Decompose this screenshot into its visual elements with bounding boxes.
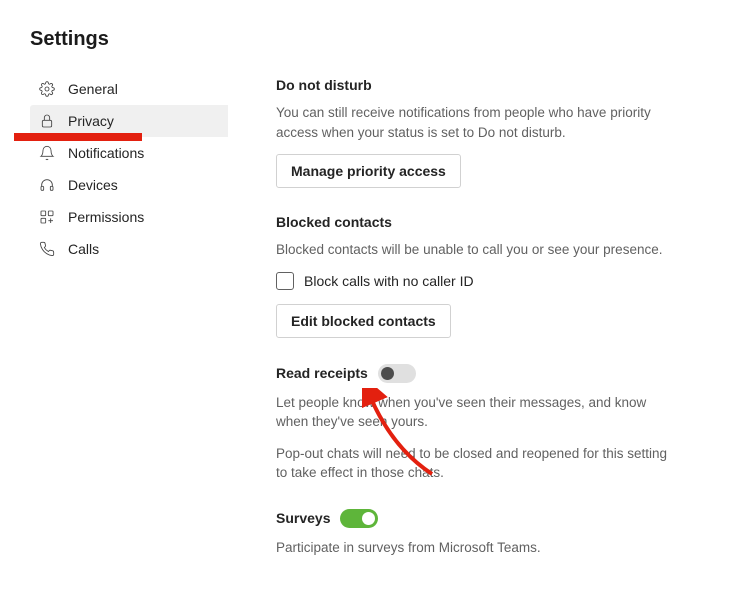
sidebar-item-label: Notifications	[68, 145, 144, 161]
section-title-surveys: Surveys	[276, 510, 330, 526]
block-no-caller-id-label: Block calls with no caller ID	[304, 273, 474, 289]
settings-sidebar: General Privacy Notifications Devices	[30, 73, 228, 265]
blocked-desc: Blocked contacts will be unable to call …	[276, 240, 668, 260]
manage-priority-access-button[interactable]: Manage priority access	[276, 154, 461, 188]
phone-icon	[38, 240, 56, 258]
edit-blocked-contacts-button[interactable]: Edit blocked contacts	[276, 304, 451, 338]
section-blocked: Blocked contacts Blocked contacts will b…	[276, 214, 668, 338]
block-no-caller-id-checkbox[interactable]	[276, 272, 294, 290]
lock-icon	[38, 112, 56, 130]
section-dnd: Do not disturb You can still receive not…	[276, 77, 668, 188]
dnd-desc: You can still receive notifications from…	[276, 103, 668, 142]
sidebar-item-label: Devices	[68, 177, 118, 193]
section-title-dnd: Do not disturb	[276, 77, 668, 93]
read-receipts-toggle[interactable]	[378, 364, 416, 383]
section-surveys: Surveys Participate in surveys from Micr…	[276, 509, 668, 558]
settings-content: Do not disturb You can still receive not…	[228, 73, 708, 584]
sidebar-item-notifications[interactable]: Notifications	[30, 137, 228, 169]
section-title-blocked: Blocked contacts	[276, 214, 668, 230]
headset-icon	[38, 176, 56, 194]
sidebar-item-calls[interactable]: Calls	[30, 233, 228, 265]
sidebar-item-label: Permissions	[68, 209, 144, 225]
section-title-read: Read receipts	[276, 365, 368, 381]
sidebar-item-devices[interactable]: Devices	[30, 169, 228, 201]
surveys-desc: Participate in surveys from Microsoft Te…	[276, 538, 668, 558]
page-title: Settings	[30, 28, 743, 51]
annotation-red-underline	[14, 133, 142, 141]
sidebar-item-general[interactable]: General	[30, 73, 228, 105]
sidebar-item-label: Privacy	[68, 113, 114, 129]
sidebar-item-label: Calls	[68, 241, 99, 257]
bell-icon	[38, 144, 56, 162]
apps-icon	[38, 208, 56, 226]
surveys-toggle[interactable]	[340, 509, 378, 528]
sidebar-item-permissions[interactable]: Permissions	[30, 201, 228, 233]
section-read-receipts: Read receipts Let people know when you'v…	[276, 364, 668, 483]
sidebar-item-label: General	[68, 81, 118, 97]
read-desc-2: Pop-out chats will need to be closed and…	[276, 444, 668, 483]
gear-icon	[38, 80, 56, 98]
read-desc-1: Let people know when you've seen their m…	[276, 393, 668, 432]
